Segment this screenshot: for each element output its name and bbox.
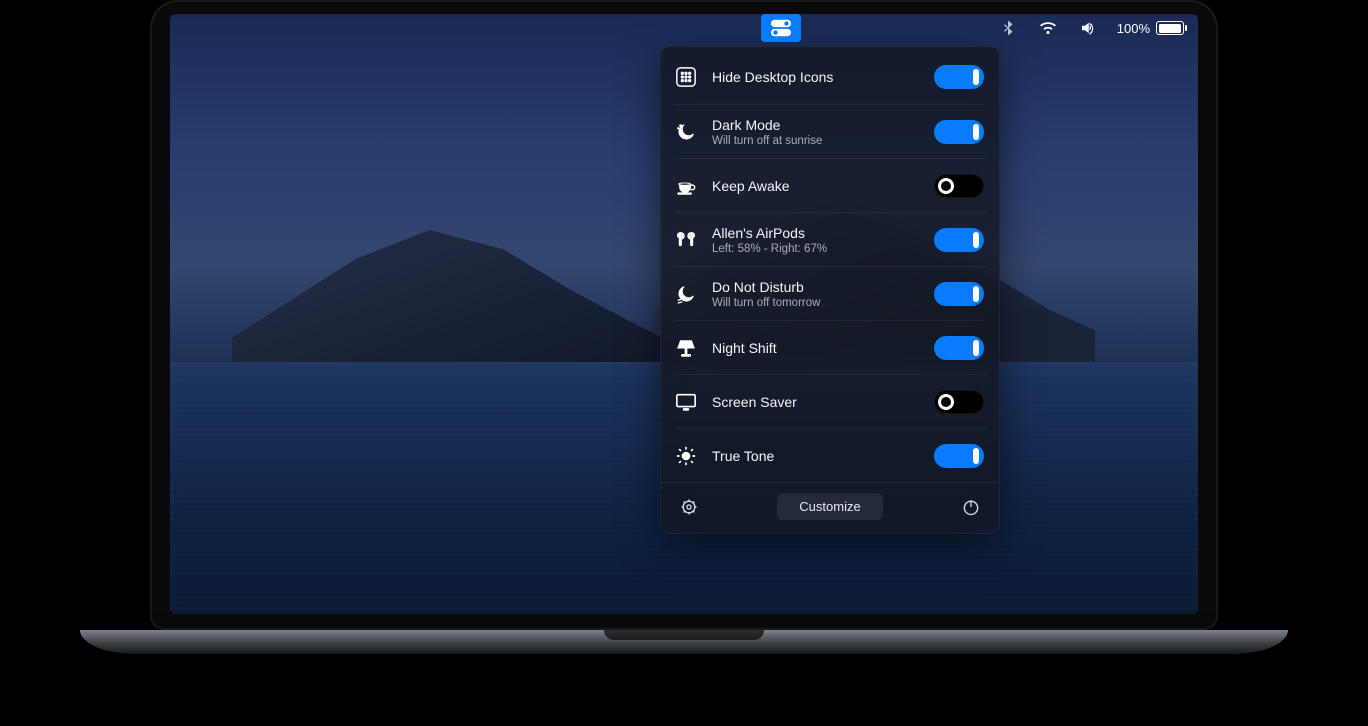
row-labels: Keep Awake xyxy=(712,178,920,194)
panel-row: Allen's AirPods Left: 58% - Right: 67% xyxy=(674,212,986,266)
grid-icon xyxy=(674,65,698,89)
toggle-knob xyxy=(938,178,954,194)
panel-row: Night Shift xyxy=(674,320,986,374)
row-title: Keep Awake xyxy=(712,178,920,194)
laptop-mock: 100% Hide Desktop Icons Dark Mode Will tur… xyxy=(150,0,1218,660)
wifi-icon[interactable] xyxy=(1037,17,1059,39)
toggle-knob xyxy=(973,232,979,248)
toggle-switch[interactable] xyxy=(934,174,984,198)
row-labels: Dark Mode Will turn off at sunrise xyxy=(712,117,920,147)
toggle-switch[interactable] xyxy=(934,65,984,89)
panel-row: Dark Mode Will turn off at sunrise xyxy=(674,104,986,158)
row-subtitle: Will turn off at sunrise xyxy=(712,135,920,147)
toggle-switch[interactable] xyxy=(934,390,984,414)
battery-percent-label: 100% xyxy=(1117,21,1150,36)
toggle-switch[interactable] xyxy=(934,228,984,252)
settings-button[interactable] xyxy=(678,496,700,518)
toggles-icon xyxy=(770,18,792,38)
toggle-knob xyxy=(973,340,979,356)
lamp-icon xyxy=(674,336,698,360)
one-switch-panel: Hide Desktop Icons Dark Mode Will turn off… xyxy=(660,46,1000,534)
gear-icon xyxy=(679,497,699,517)
toggle-knob xyxy=(973,448,979,464)
panel-row: Do Not Disturb Will turn off tomorrow xyxy=(674,266,986,320)
toggle-switch[interactable] xyxy=(934,282,984,306)
row-labels: Screen Saver xyxy=(712,394,920,410)
row-title: Night Shift xyxy=(712,340,920,356)
sun-icon xyxy=(674,444,698,468)
row-title: Allen's AirPods xyxy=(712,225,920,241)
toggle-knob xyxy=(938,394,954,410)
panel-footer: Customize xyxy=(660,482,1000,524)
toggle-knob xyxy=(973,69,979,85)
toggle-switch[interactable] xyxy=(934,336,984,360)
row-title: Hide Desktop Icons xyxy=(712,69,920,85)
toggle-knob xyxy=(973,286,979,302)
trackpad-notch xyxy=(604,630,764,640)
row-subtitle: Will turn off tomorrow xyxy=(712,297,920,309)
menubar: 100% xyxy=(170,14,1198,42)
laptop-base xyxy=(80,630,1288,654)
airpods-icon xyxy=(674,228,698,252)
row-title: Screen Saver xyxy=(712,394,920,410)
bluetooth-icon[interactable] xyxy=(997,17,1019,39)
toggle-switch[interactable] xyxy=(934,444,984,468)
panel-row: Hide Desktop Icons xyxy=(674,50,986,104)
row-labels: Night Shift xyxy=(712,340,920,356)
desktop: 100% Hide Desktop Icons Dark Mode Will tur… xyxy=(170,14,1198,614)
power-button[interactable] xyxy=(960,496,982,518)
customize-button[interactable]: Customize xyxy=(777,493,882,520)
panel-row: Screen Saver xyxy=(674,374,986,428)
power-icon xyxy=(961,497,981,517)
battery-icon xyxy=(1156,21,1184,35)
row-labels: Hide Desktop Icons xyxy=(712,69,920,85)
row-title: Do Not Disturb xyxy=(712,279,920,295)
display-icon xyxy=(674,390,698,414)
row-title: True Tone xyxy=(712,448,920,464)
moon-icon xyxy=(674,120,698,144)
row-labels: True Tone xyxy=(712,448,920,464)
row-labels: Allen's AirPods Left: 58% - Right: 67% xyxy=(712,225,920,255)
panel-row: True Tone xyxy=(674,428,986,482)
screen-bezel: 100% Hide Desktop Icons Dark Mode Will tur… xyxy=(150,0,1218,630)
toggle-knob xyxy=(973,124,979,140)
panel-row: Keep Awake xyxy=(674,158,986,212)
volume-icon[interactable] xyxy=(1077,17,1099,39)
row-title: Dark Mode xyxy=(712,117,920,133)
one-switch-menubar-item[interactable] xyxy=(761,14,801,42)
row-labels: Do Not Disturb Will turn off tomorrow xyxy=(712,279,920,309)
row-subtitle: Left: 58% - Right: 67% xyxy=(712,243,920,255)
battery-status[interactable]: 100% xyxy=(1117,21,1184,36)
coffee-icon xyxy=(674,174,698,198)
dnd-moon-icon xyxy=(674,282,698,306)
toggle-switch[interactable] xyxy=(934,120,984,144)
